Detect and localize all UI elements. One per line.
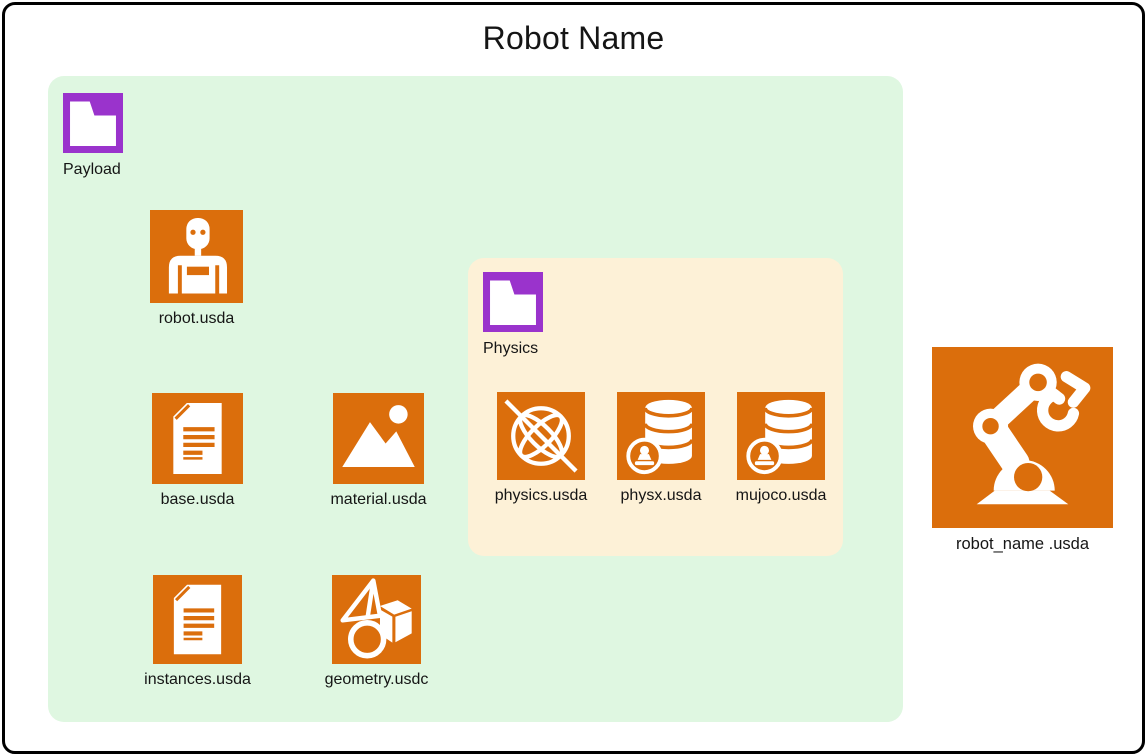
file-physics-usda: physics.usda xyxy=(497,392,585,505)
file-label: physics.usda xyxy=(495,487,588,505)
document-icon xyxy=(153,575,242,664)
file-label: base.usda xyxy=(161,491,235,509)
diagram-title: Robot Name xyxy=(0,21,1147,56)
file-instances-usda: instances.usda xyxy=(153,575,242,689)
physics-folder-label: Physics xyxy=(483,340,543,358)
database-stamp-icon xyxy=(617,392,705,480)
file-label: physx.usda xyxy=(621,487,702,505)
file-label: material.usda xyxy=(330,491,426,509)
file-mujoco-usda: mujoco.usda xyxy=(737,392,825,505)
file-label: instances.usda xyxy=(144,671,251,689)
file-robot-usda: robot.usda xyxy=(150,210,243,328)
file-label: robot_name .usda xyxy=(956,535,1089,554)
file-geometry-usdc: geometry.usdc xyxy=(332,575,421,689)
gyroscope-icon xyxy=(497,392,585,480)
folder-icon xyxy=(63,93,123,153)
file-material-usda: material.usda xyxy=(333,393,424,509)
physics-folder: Physics xyxy=(483,272,543,358)
payload-folder: Payload xyxy=(63,93,123,179)
file-label: geometry.usdc xyxy=(325,671,429,689)
robot-usd-structure-diagram: Robot Name Payload robot.usda xyxy=(0,0,1147,756)
file-label: robot.usda xyxy=(159,310,235,328)
folder-icon xyxy=(483,272,543,332)
file-robot-name-usda: robot_name .usda xyxy=(932,347,1113,554)
image-icon xyxy=(333,393,424,484)
document-icon xyxy=(152,393,243,484)
robot-arm-icon xyxy=(932,347,1113,528)
file-base-usda: base.usda xyxy=(152,393,243,509)
shapes-icon xyxy=(332,575,421,664)
payload-folder-label: Payload xyxy=(63,161,123,179)
database-stamp-icon xyxy=(737,392,825,480)
file-label: mujoco.usda xyxy=(736,487,827,505)
file-physx-usda: physx.usda xyxy=(617,392,705,505)
robot-bust-icon xyxy=(150,210,243,303)
